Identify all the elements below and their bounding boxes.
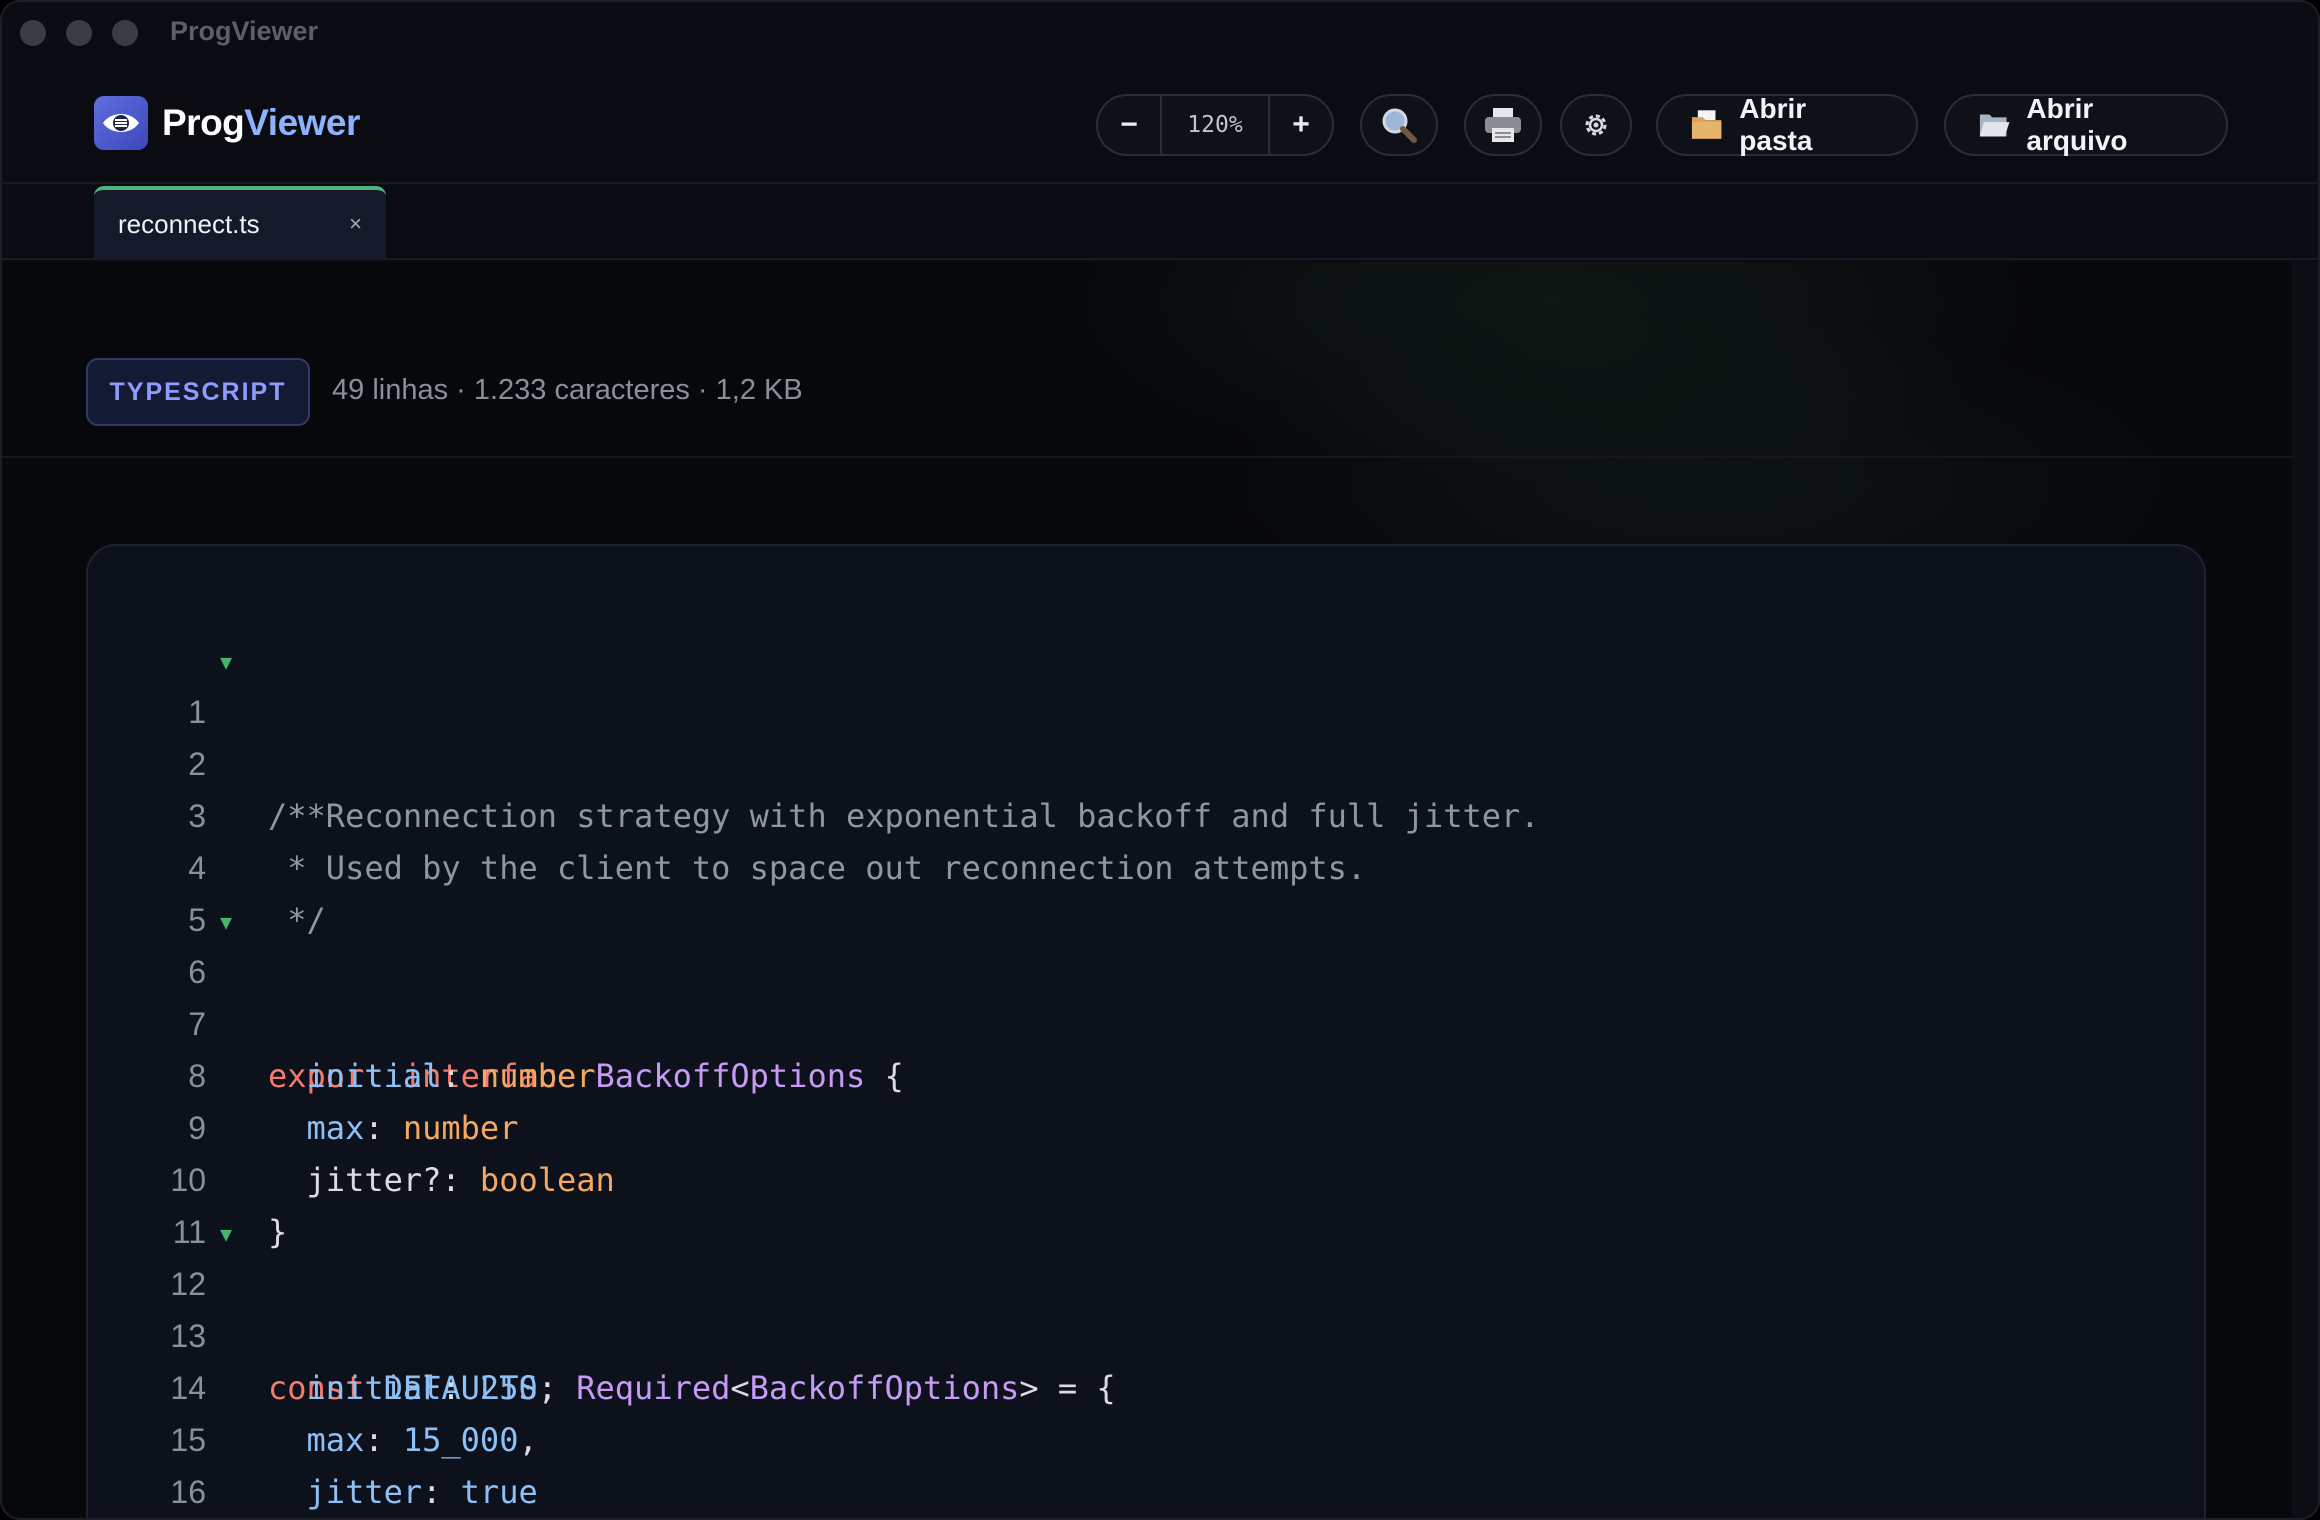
tab-bar: reconnect.ts × (2, 184, 2318, 260)
code-line: 13 initial: 250, (88, 1258, 2204, 1407)
code-line: 6 ▼ export interface BackoffOptions { (88, 894, 2204, 1095)
close-tab-icon[interactable]: × (349, 211, 362, 237)
open-file-button[interactable]: Abrir arquivo (1944, 93, 2228, 156)
zoom-level: 120% (1160, 96, 1270, 154)
zoom-in-button[interactable]: + (1270, 96, 1332, 154)
settings-button[interactable] (1560, 94, 1632, 156)
minimize-window-button[interactable] (66, 20, 92, 46)
print-button[interactable] (1464, 94, 1542, 156)
language-badge: TYPESCRIPT (86, 358, 310, 426)
code-line: 17 (88, 1466, 2204, 1518)
tab-label: reconnect.ts (118, 208, 260, 239)
zoom-control: − 120% + (1096, 94, 1334, 156)
code-line: 15 jitter: true (88, 1362, 2204, 1511)
close-window-button[interactable] (20, 20, 46, 46)
window-title: ProgViewer (170, 16, 319, 46)
code-line: 9 jitter?: boolean (88, 1050, 2204, 1199)
app-logo-text: ProgViewer (162, 102, 360, 144)
code-line: 3 * Used by the client to space out reco… (88, 738, 2204, 887)
logo-part-2: Viewer (244, 102, 360, 143)
code-line: 5 (88, 842, 2204, 938)
tab-reconnect-ts[interactable]: reconnect.ts × (94, 186, 386, 258)
open-file-label: Abrir arquivo (2026, 93, 2128, 156)
app-header: ProgViewer − 120% + Abrir pasta Abrir ar… (2, 66, 2318, 184)
open-folder-label: Abrir pasta (1739, 93, 1813, 156)
zoom-out-button[interactable]: − (1098, 96, 1160, 154)
fold-toggle-icon[interactable]: ▼ (220, 896, 232, 948)
code-line: 11 (88, 1154, 2204, 1250)
file-meta: 49 linhas · 1.233 caracteres · 1,2 KB (332, 374, 803, 406)
app-window: ProgViewer ProgViewer − 120% + Abrir pas… (0, 0, 2320, 1520)
eye-logo-icon (94, 96, 148, 150)
open-folder-button[interactable]: Abrir pasta (1656, 93, 1918, 156)
fold-toggle-icon[interactable]: ▼ (220, 636, 232, 688)
code-line: 16 } (88, 1414, 2204, 1510)
printer-icon (1485, 108, 1521, 142)
code-line: 4 */ (88, 790, 2204, 939)
code-line: 8 max: number (88, 998, 2204, 1147)
code-block: 1 ▼ /** 2 * Reconnection strategy with e… (88, 634, 2204, 1518)
code-line: 12 ▼ const DEFAULTS: Required<BackoffOpt… (88, 1206, 2204, 1407)
file-info-row: TYPESCRIPT 49 linhas · 1.233 caracteres … (2, 262, 2292, 458)
maximize-window-button[interactable] (112, 20, 138, 46)
gear-icon (1585, 114, 1607, 136)
content-area: TYPESCRIPT 49 linhas · 1.233 caracteres … (2, 262, 2292, 1518)
search-button[interactable] (1360, 94, 1438, 156)
code-viewer: 1 ▼ /** 2 * Reconnection strategy with e… (86, 544, 2206, 1518)
search-icon (1382, 108, 1417, 143)
fold-toggle-icon[interactable]: ▼ (220, 1208, 232, 1260)
code-line: 7 initial: number (88, 946, 2204, 1095)
title-bar: ProgViewer (2, 2, 2318, 66)
code-line: 10 } (88, 1102, 2204, 1251)
open-folder-icon (1979, 114, 2010, 137)
folder-icon (1691, 110, 1722, 139)
code-line: 14 max: 15_000, (88, 1310, 2204, 1459)
logo-part-1: Prog (162, 102, 245, 143)
vertical-scrollbar[interactable] (2292, 262, 2318, 1518)
code-line: 1 ▼ /** (88, 634, 2204, 835)
code-line: 2 * Reconnection strategy with exponenti… (88, 686, 2204, 835)
